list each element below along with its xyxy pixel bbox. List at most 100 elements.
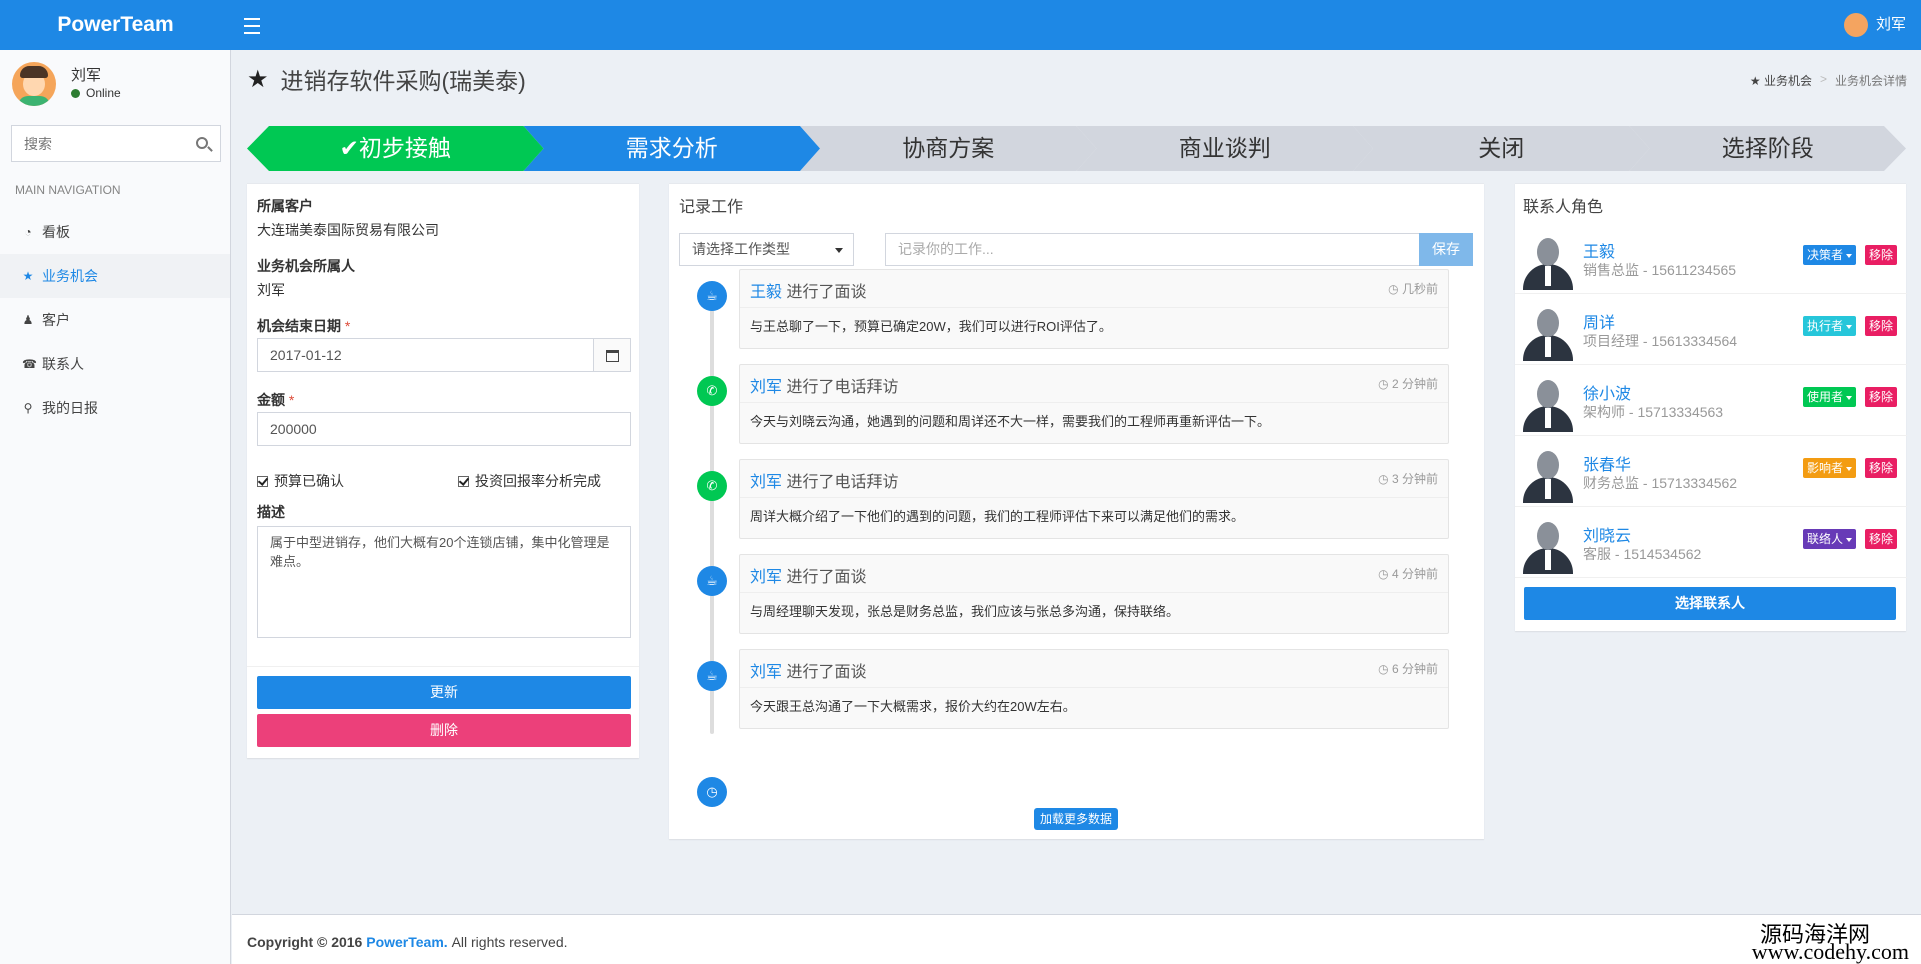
contact-name-link[interactable]: 徐小波 bbox=[1583, 380, 1631, 404]
save-button[interactable]: 保存 bbox=[1419, 233, 1473, 266]
chevron-down-icon bbox=[1846, 466, 1852, 471]
contact-name-link[interactable]: 张春华 bbox=[1583, 451, 1631, 475]
user-status-text: Online bbox=[86, 86, 121, 100]
sidebar-item-1[interactable]: ★ 业务机会 bbox=[0, 254, 230, 298]
calendar-button[interactable] bbox=[593, 338, 631, 372]
sidebar-item-label: 看板 bbox=[42, 224, 70, 240]
coffee-icon: ☕ bbox=[697, 566, 727, 596]
stage-0[interactable]: ✔初步接触 bbox=[247, 126, 544, 171]
timeline-item: 刘军 进行了面谈 ◷ 6 分钟前 今天跟王总沟通了一下大概需求，报价大约在20W左右… bbox=[739, 649, 1449, 729]
timeline-item-header: 刘军 进行了面谈 bbox=[750, 563, 866, 587]
stage-5[interactable]: 选择阶段 bbox=[1629, 126, 1906, 171]
work-log-box: 记录工作 请选择工作类型 记录你的工作... 保存 ☕ 王毅 进行了面谈 ◷ 几秒前… bbox=[669, 183, 1484, 839]
timeline-time: ◷ 2 分钟前 bbox=[1378, 377, 1438, 391]
load-more-button[interactable]: 加载更多数据 bbox=[1034, 808, 1119, 830]
remove-contact-button[interactable]: 移除 bbox=[1864, 529, 1897, 549]
delete-button[interactable]: 删除 bbox=[257, 714, 631, 747]
search-input[interactable] bbox=[12, 126, 182, 161]
contact-roles-box: 联系人角色 王毅 销售总监 - 15611234565 决策者 移除 周详 项目经理 - … bbox=[1515, 183, 1907, 631]
footer-brand-link[interactable]: PowerTeam. bbox=[366, 934, 447, 950]
sidebar-toggle-icon[interactable] bbox=[244, 13, 260, 37]
star-icon: ★ bbox=[22, 269, 34, 283]
star-icon: ★ bbox=[247, 65, 269, 93]
amount-input[interactable]: 200000 bbox=[257, 412, 631, 446]
clock-icon: ◷ bbox=[1388, 282, 1399, 296]
budget-confirmed-checkbox[interactable]: 预算已确认 bbox=[257, 471, 344, 491]
description-textarea[interactable]: 属于中型进销存，他们大概有20个连锁店铺，集中化管理是难点。 bbox=[257, 526, 631, 638]
sidebar-search bbox=[11, 125, 221, 162]
timeline-user-link[interactable]: 刘军 bbox=[750, 379, 782, 396]
remove-contact-button[interactable]: 移除 bbox=[1864, 458, 1897, 478]
remove-contact-button[interactable]: 移除 bbox=[1864, 316, 1897, 336]
search-icon[interactable] bbox=[196, 137, 208, 149]
contact-name-link[interactable]: 周详 bbox=[1583, 309, 1615, 333]
owner-label: 业务机会所属人 bbox=[257, 258, 355, 274]
end-date-label: 机会结束日期 * bbox=[257, 318, 351, 334]
timeline-user-link[interactable]: 刘军 bbox=[750, 664, 782, 681]
sidebar-item-0[interactable]: ◔ 看板 bbox=[0, 210, 230, 254]
clock-icon: ◷ bbox=[1378, 377, 1389, 391]
timeline-item-header: 刘军 进行了电话拜访 bbox=[750, 373, 898, 397]
contact-info: 客服 - 1514534562 bbox=[1583, 546, 1702, 562]
avatar bbox=[1843, 13, 1868, 37]
role-dropdown-button[interactable]: 联络人 bbox=[1802, 529, 1856, 549]
work-type-select[interactable]: 请选择工作类型 bbox=[679, 233, 854, 266]
update-button[interactable]: 更新 bbox=[257, 676, 631, 709]
pin-icon: ⚲ bbox=[23, 401, 33, 415]
choose-contact-button[interactable]: 选择联系人 bbox=[1524, 587, 1896, 620]
sidebar: 刘军 Online MAIN NAVIGATION ◔ 看板 ★ 业务机会 ♟ 客户 ☎ 联系… bbox=[0, 50, 231, 964]
stage-2[interactable]: 协商方案 bbox=[800, 126, 1097, 171]
stage-3[interactable]: 商业谈判 bbox=[1076, 126, 1373, 171]
role-dropdown-button[interactable]: 执行者 bbox=[1802, 316, 1856, 336]
customer-value: 大连瑞美泰国际贸易有限公司 bbox=[257, 222, 439, 238]
timeline-time: ◷ 3 分钟前 bbox=[1378, 472, 1438, 486]
sidebar-item-label: 客户 bbox=[42, 312, 70, 328]
contact-info: 财务总监 - 15713334562 bbox=[1583, 475, 1738, 491]
sidebar-item-4[interactable]: ⚲ 我的日报 bbox=[0, 386, 230, 430]
sidebar-item-3[interactable]: ☎ 联系人 bbox=[0, 342, 230, 386]
breadcrumb-item-home[interactable]: ★ 业务机会 bbox=[1750, 72, 1812, 89]
footer-copyright: Copyright © 2016 PowerTeam. All rights r… bbox=[247, 934, 568, 950]
timeline-body: 与王总聊了一下，预算已确定20W，我们可以进行ROI评估了。 bbox=[750, 319, 1112, 334]
timeline-item-header: 刘军 进行了面谈 bbox=[750, 658, 866, 682]
timeline-user-link[interactable]: 刘军 bbox=[750, 474, 782, 491]
timeline-item: 王毅 进行了面谈 ◷ 几秒前 与王总聊了一下，预算已确定20W，我们可以进行ROI评… bbox=[739, 269, 1449, 349]
phone-icon: ✆ bbox=[697, 376, 727, 406]
end-date-input[interactable]: 2017-01-12 bbox=[257, 338, 594, 372]
footer: Copyright © 2016 PowerTeam. All rights r… bbox=[232, 914, 1921, 964]
avatar bbox=[1523, 376, 1573, 432]
owner-value: 刘军 bbox=[257, 282, 285, 298]
work-input[interactable]: 记录你的工作... bbox=[885, 233, 1420, 266]
amount-label: 金额 * bbox=[257, 392, 295, 408]
chevron-down-icon bbox=[1846, 253, 1852, 258]
coffee-icon: ☕ bbox=[697, 661, 727, 691]
stage-1[interactable]: 需求分析 bbox=[523, 126, 820, 171]
timeline-action: 进行了面谈 bbox=[786, 284, 867, 301]
timeline-item-header: 王毅 进行了面谈 bbox=[750, 278, 866, 302]
brand-logo[interactable]: PowerTeam bbox=[0, 0, 231, 50]
role-dropdown-button[interactable]: 决策者 bbox=[1802, 245, 1856, 265]
remove-contact-button[interactable]: 移除 bbox=[1864, 387, 1897, 407]
timeline-action: 进行了面谈 bbox=[786, 569, 867, 586]
contact-item: 王毅 销售总监 - 15611234565 决策者 移除 bbox=[1515, 224, 1907, 294]
timeline-user-link[interactable]: 刘军 bbox=[750, 569, 782, 586]
role-dropdown-button[interactable]: 影响者 bbox=[1802, 458, 1856, 478]
top-user-menu[interactable]: 刘军 bbox=[1843, 0, 1906, 50]
avatar bbox=[1523, 305, 1573, 361]
sidebar-item-2[interactable]: ♟ 客户 bbox=[0, 298, 230, 342]
contact-name-link[interactable]: 刘晓云 bbox=[1583, 522, 1631, 546]
timeline-item: 刘军 进行了电话拜访 ◷ 3 分钟前 周详大概介绍了一下他们的遇到的问题，我们的工程… bbox=[739, 459, 1449, 539]
user-status: Online bbox=[71, 86, 121, 100]
timeline-user-link[interactable]: 王毅 bbox=[750, 284, 782, 301]
stage-4[interactable]: 关闭 bbox=[1353, 126, 1650, 171]
roi-analysis-checkbox[interactable]: 投资回报率分析完成 bbox=[458, 471, 601, 491]
phone-icon: ✆ bbox=[697, 471, 727, 501]
page-title: ★ 进销存软件采购(瑞美泰) bbox=[247, 62, 526, 96]
role-dropdown-button[interactable]: 使用者 bbox=[1802, 387, 1856, 407]
page-title-text: 进销存软件采购(瑞美泰) bbox=[280, 68, 526, 94]
contact-item: 周详 项目经理 - 15613334564 执行者 移除 bbox=[1515, 295, 1907, 365]
work-log-title: 记录工作 bbox=[679, 199, 744, 216]
top-navbar: PowerTeam 刘军 bbox=[0, 0, 1921, 50]
remove-contact-button[interactable]: 移除 bbox=[1864, 245, 1897, 265]
contact-name-link[interactable]: 王毅 bbox=[1583, 238, 1615, 262]
